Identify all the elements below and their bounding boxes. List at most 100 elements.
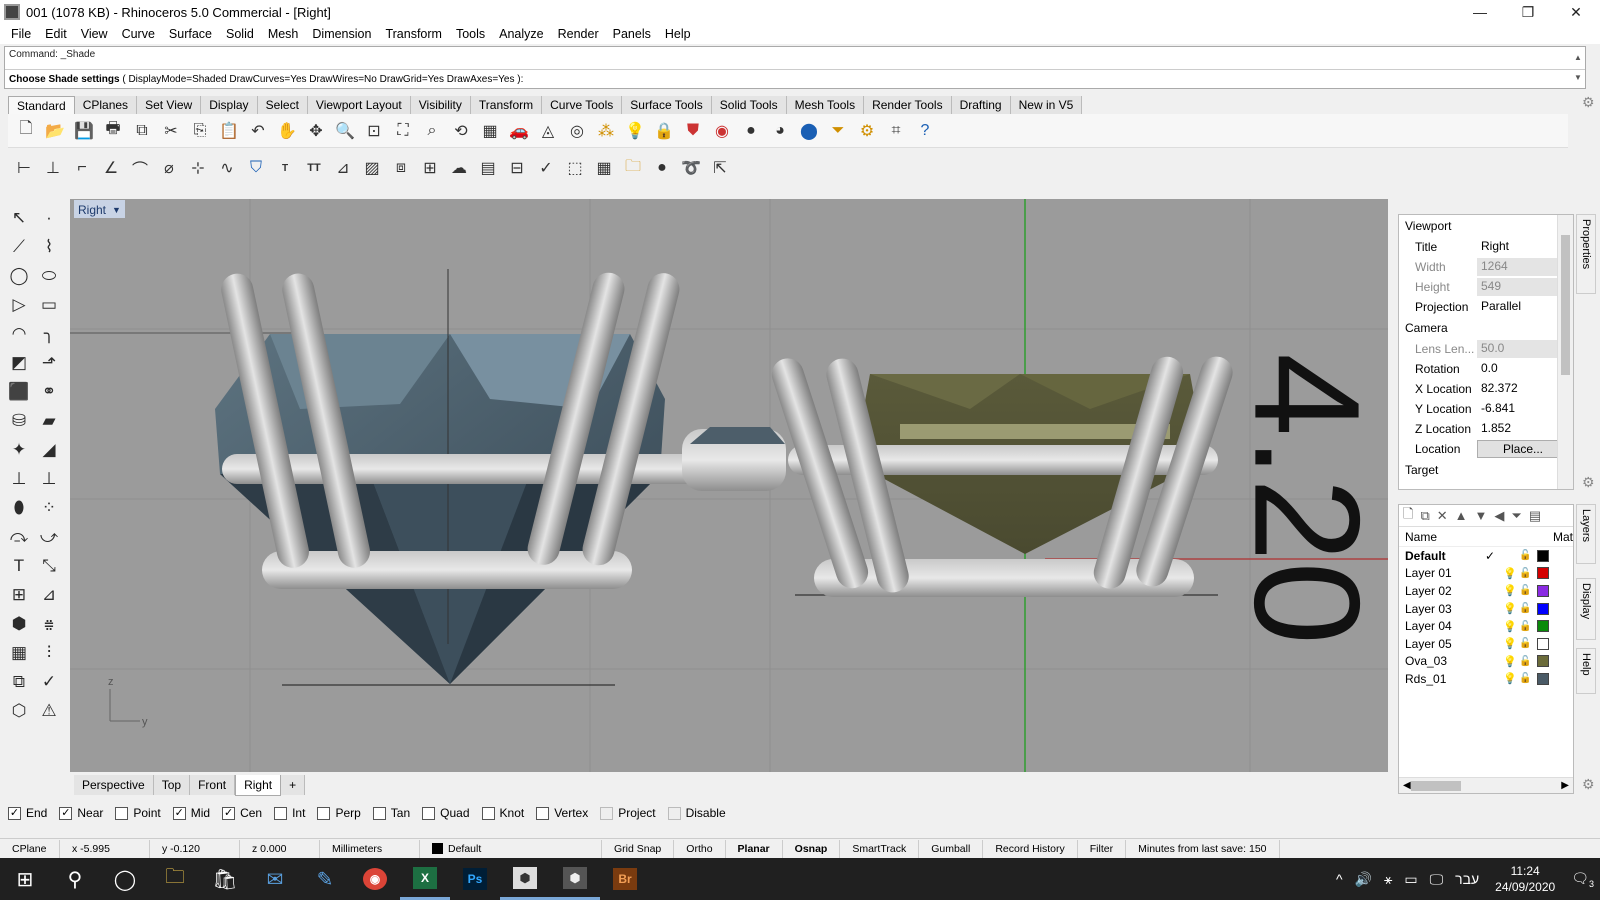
copy-to-clipboard-icon[interactable]: ⧉ bbox=[130, 119, 154, 143]
move-icon[interactable]: ⊥ bbox=[6, 466, 32, 492]
dot-icon[interactable]: ⊿ bbox=[331, 156, 355, 180]
grid-array-icon[interactable]: ▦ bbox=[6, 640, 32, 666]
layer-color-swatch[interactable] bbox=[1537, 567, 1549, 580]
dim-ordinate-icon[interactable]: ⊹ bbox=[186, 156, 210, 180]
viewport-tab-perspective[interactable]: Perspective bbox=[74, 775, 154, 795]
command-prompt-options[interactable]: ( DisplayMode=Shaded DrawCurves=Yes Draw… bbox=[120, 74, 523, 85]
file-explorer-icon[interactable]: 🗀 bbox=[150, 858, 200, 900]
osnap-quad-checkbox[interactable] bbox=[422, 806, 436, 820]
transform-icon[interactable]: ✦ bbox=[6, 437, 32, 463]
text-tool-icon[interactable]: T bbox=[6, 553, 32, 579]
layer-row[interactable]: Layer 04 💡 🔓 bbox=[1399, 617, 1573, 635]
osnap-near[interactable]: ✓ Near bbox=[59, 806, 103, 820]
mesh-icon[interactable]: ▰ bbox=[36, 408, 62, 434]
lock-icon[interactable]: 🔓 bbox=[1519, 638, 1537, 649]
menu-item-transform[interactable]: Transform bbox=[378, 27, 449, 41]
menu-item-panels[interactable]: Panels bbox=[606, 27, 658, 41]
folder-icon[interactable]: 🗀 bbox=[621, 156, 645, 180]
menu-item-analyze[interactable]: Analyze bbox=[492, 27, 550, 41]
dim-style-icon[interactable]: ⊞ bbox=[418, 156, 442, 180]
layer-row[interactable]: Default ✓ 🔓 bbox=[1399, 547, 1573, 565]
solid-box-icon[interactable]: ⬛ bbox=[6, 379, 32, 405]
text-small-icon[interactable]: T bbox=[273, 156, 297, 180]
dim-radius-icon[interactable]: ⌒ bbox=[128, 156, 152, 180]
light-bulb-icon[interactable]: 💡 bbox=[1503, 620, 1519, 633]
rectangle-icon[interactable]: ▭ bbox=[36, 292, 62, 318]
osnap-mid-checkbox[interactable]: ✓ bbox=[172, 806, 186, 820]
store-icon[interactable]: 🛍 bbox=[200, 858, 250, 900]
display-side-tab[interactable]: Display bbox=[1576, 578, 1596, 640]
layer-tools-icon[interactable]: ▤ bbox=[1529, 508, 1541, 524]
rhino-task-icon-2[interactable]: ⬢ bbox=[550, 858, 600, 900]
add-viewport-tab-icon[interactable]: + bbox=[281, 775, 306, 795]
extrude-curve-icon[interactable]: ⬏ bbox=[36, 350, 62, 376]
osnap-point[interactable]: Point bbox=[115, 806, 161, 820]
layers-scroll-thumb[interactable] bbox=[1410, 780, 1462, 791]
status-record-history[interactable]: Record History bbox=[983, 839, 1078, 858]
zoom-extents-icon[interactable]: ⛶ bbox=[391, 119, 415, 143]
split-icon[interactable]: ⤻ bbox=[36, 524, 62, 550]
osnap-knot-checkbox[interactable] bbox=[481, 806, 495, 820]
layer-name[interactable]: Layer 02 bbox=[1405, 584, 1485, 598]
boolean-union-icon[interactable]: ⚭ bbox=[36, 379, 62, 405]
status-units[interactable]: Millimeters bbox=[320, 839, 420, 858]
array-icon[interactable]: ⊥ bbox=[36, 466, 62, 492]
cortana-icon[interactable]: ◯ bbox=[100, 858, 150, 900]
properties-scroll-thumb[interactable] bbox=[1561, 235, 1570, 375]
check-tool-icon[interactable]: ✓ bbox=[36, 669, 62, 695]
dim-linear-icon[interactable]: ⊢ bbox=[12, 156, 36, 180]
osnap-vertex-checkbox[interactable] bbox=[536, 806, 550, 820]
move-down-icon[interactable]: ▼ bbox=[1475, 508, 1488, 523]
move-parent-icon[interactable]: ◀ bbox=[1494, 508, 1504, 524]
new-sublayer-icon[interactable]: ⧉ bbox=[1420, 508, 1429, 524]
status-layer-name[interactable]: Default bbox=[448, 843, 481, 855]
zoom-selected-icon[interactable]: ⌕ bbox=[420, 119, 444, 143]
toolbar-gear-icon[interactable]: ⚙ bbox=[1582, 94, 1595, 111]
osnap-end-checkbox[interactable]: ✓ bbox=[8, 806, 21, 820]
minimize-button[interactable]: — bbox=[1456, 0, 1504, 24]
shaded-sphere-icon[interactable]: ● bbox=[739, 119, 763, 143]
status-filter[interactable]: Filter bbox=[1078, 839, 1127, 858]
outlook-icon[interactable]: ✉ bbox=[250, 858, 300, 900]
light-icon[interactable]: ⚠ bbox=[36, 698, 62, 724]
lock-icon[interactable]: 🔓 bbox=[1519, 550, 1537, 561]
layer-color-swatch[interactable] bbox=[1537, 549, 1549, 562]
windows-start-icon[interactable]: ⊞ bbox=[0, 858, 50, 900]
toolbar-tab-new-in-v5[interactable]: New in V5 bbox=[1010, 96, 1083, 114]
delete-layer-icon[interactable]: ✕ bbox=[1437, 508, 1448, 524]
dim-diameter-icon[interactable]: ⌀ bbox=[157, 156, 181, 180]
menu-item-mesh[interactable]: Mesh bbox=[261, 27, 306, 41]
layer-color-swatch[interactable] bbox=[1537, 655, 1549, 668]
status-planar[interactable]: Planar bbox=[726, 839, 783, 858]
notifications-icon[interactable]: 🗨3 bbox=[1565, 870, 1600, 889]
rotate-view-icon[interactable]: ⟲ bbox=[449, 119, 473, 143]
light-bulb-icon[interactable]: 💡 bbox=[1503, 655, 1519, 668]
light-bulb-icon[interactable]: 💡 bbox=[1503, 567, 1519, 580]
light-bulb-icon[interactable]: 💡 bbox=[1503, 637, 1519, 650]
middle-stone[interactable] bbox=[682, 427, 786, 491]
layer-row[interactable]: Layer 02 💡 🔓 bbox=[1399, 582, 1573, 600]
osnap-vertex[interactable]: Vertex bbox=[536, 806, 588, 820]
menu-item-view[interactable]: View bbox=[74, 27, 115, 41]
layer-row[interactable]: Rds_01 💡 🔓 bbox=[1399, 670, 1573, 688]
layout-icon[interactable]: ▤ bbox=[476, 156, 500, 180]
light-bulb-icon[interactable]: 💡 bbox=[1503, 584, 1519, 597]
filter-layers-icon[interactable]: ⏷ bbox=[1511, 508, 1521, 524]
lock-icon[interactable]: 🔓 bbox=[1519, 568, 1537, 579]
help-tab-label[interactable]: Help bbox=[1580, 653, 1592, 676]
lock-icon[interactable]: 🔓 bbox=[1519, 603, 1537, 614]
osnap-tan[interactable]: Tan bbox=[372, 806, 410, 820]
hatch-icon[interactable]: ▨ bbox=[360, 156, 384, 180]
dim-aligned-icon[interactable]: ⊥ bbox=[41, 156, 65, 180]
rhino-task-icon[interactable]: ⬢ bbox=[500, 858, 550, 900]
viewport-tab-top[interactable]: Top bbox=[153, 775, 191, 795]
layer-name[interactable]: Ova_03 bbox=[1405, 654, 1485, 668]
osnap-near-checkbox[interactable]: ✓ bbox=[59, 806, 73, 820]
select-arrow-icon[interactable]: ↖ bbox=[6, 205, 32, 231]
check-icon[interactable]: ✓ bbox=[534, 156, 558, 180]
lock-icon[interactable]: 🔓 bbox=[1519, 673, 1537, 684]
properties-scrollbar[interactable] bbox=[1557, 215, 1573, 489]
dim-rotated-icon[interactable]: ⌐ bbox=[70, 156, 94, 180]
display-tab-label[interactable]: Display bbox=[1580, 583, 1592, 619]
filter-icon[interactable]: ⏷ bbox=[826, 119, 850, 143]
